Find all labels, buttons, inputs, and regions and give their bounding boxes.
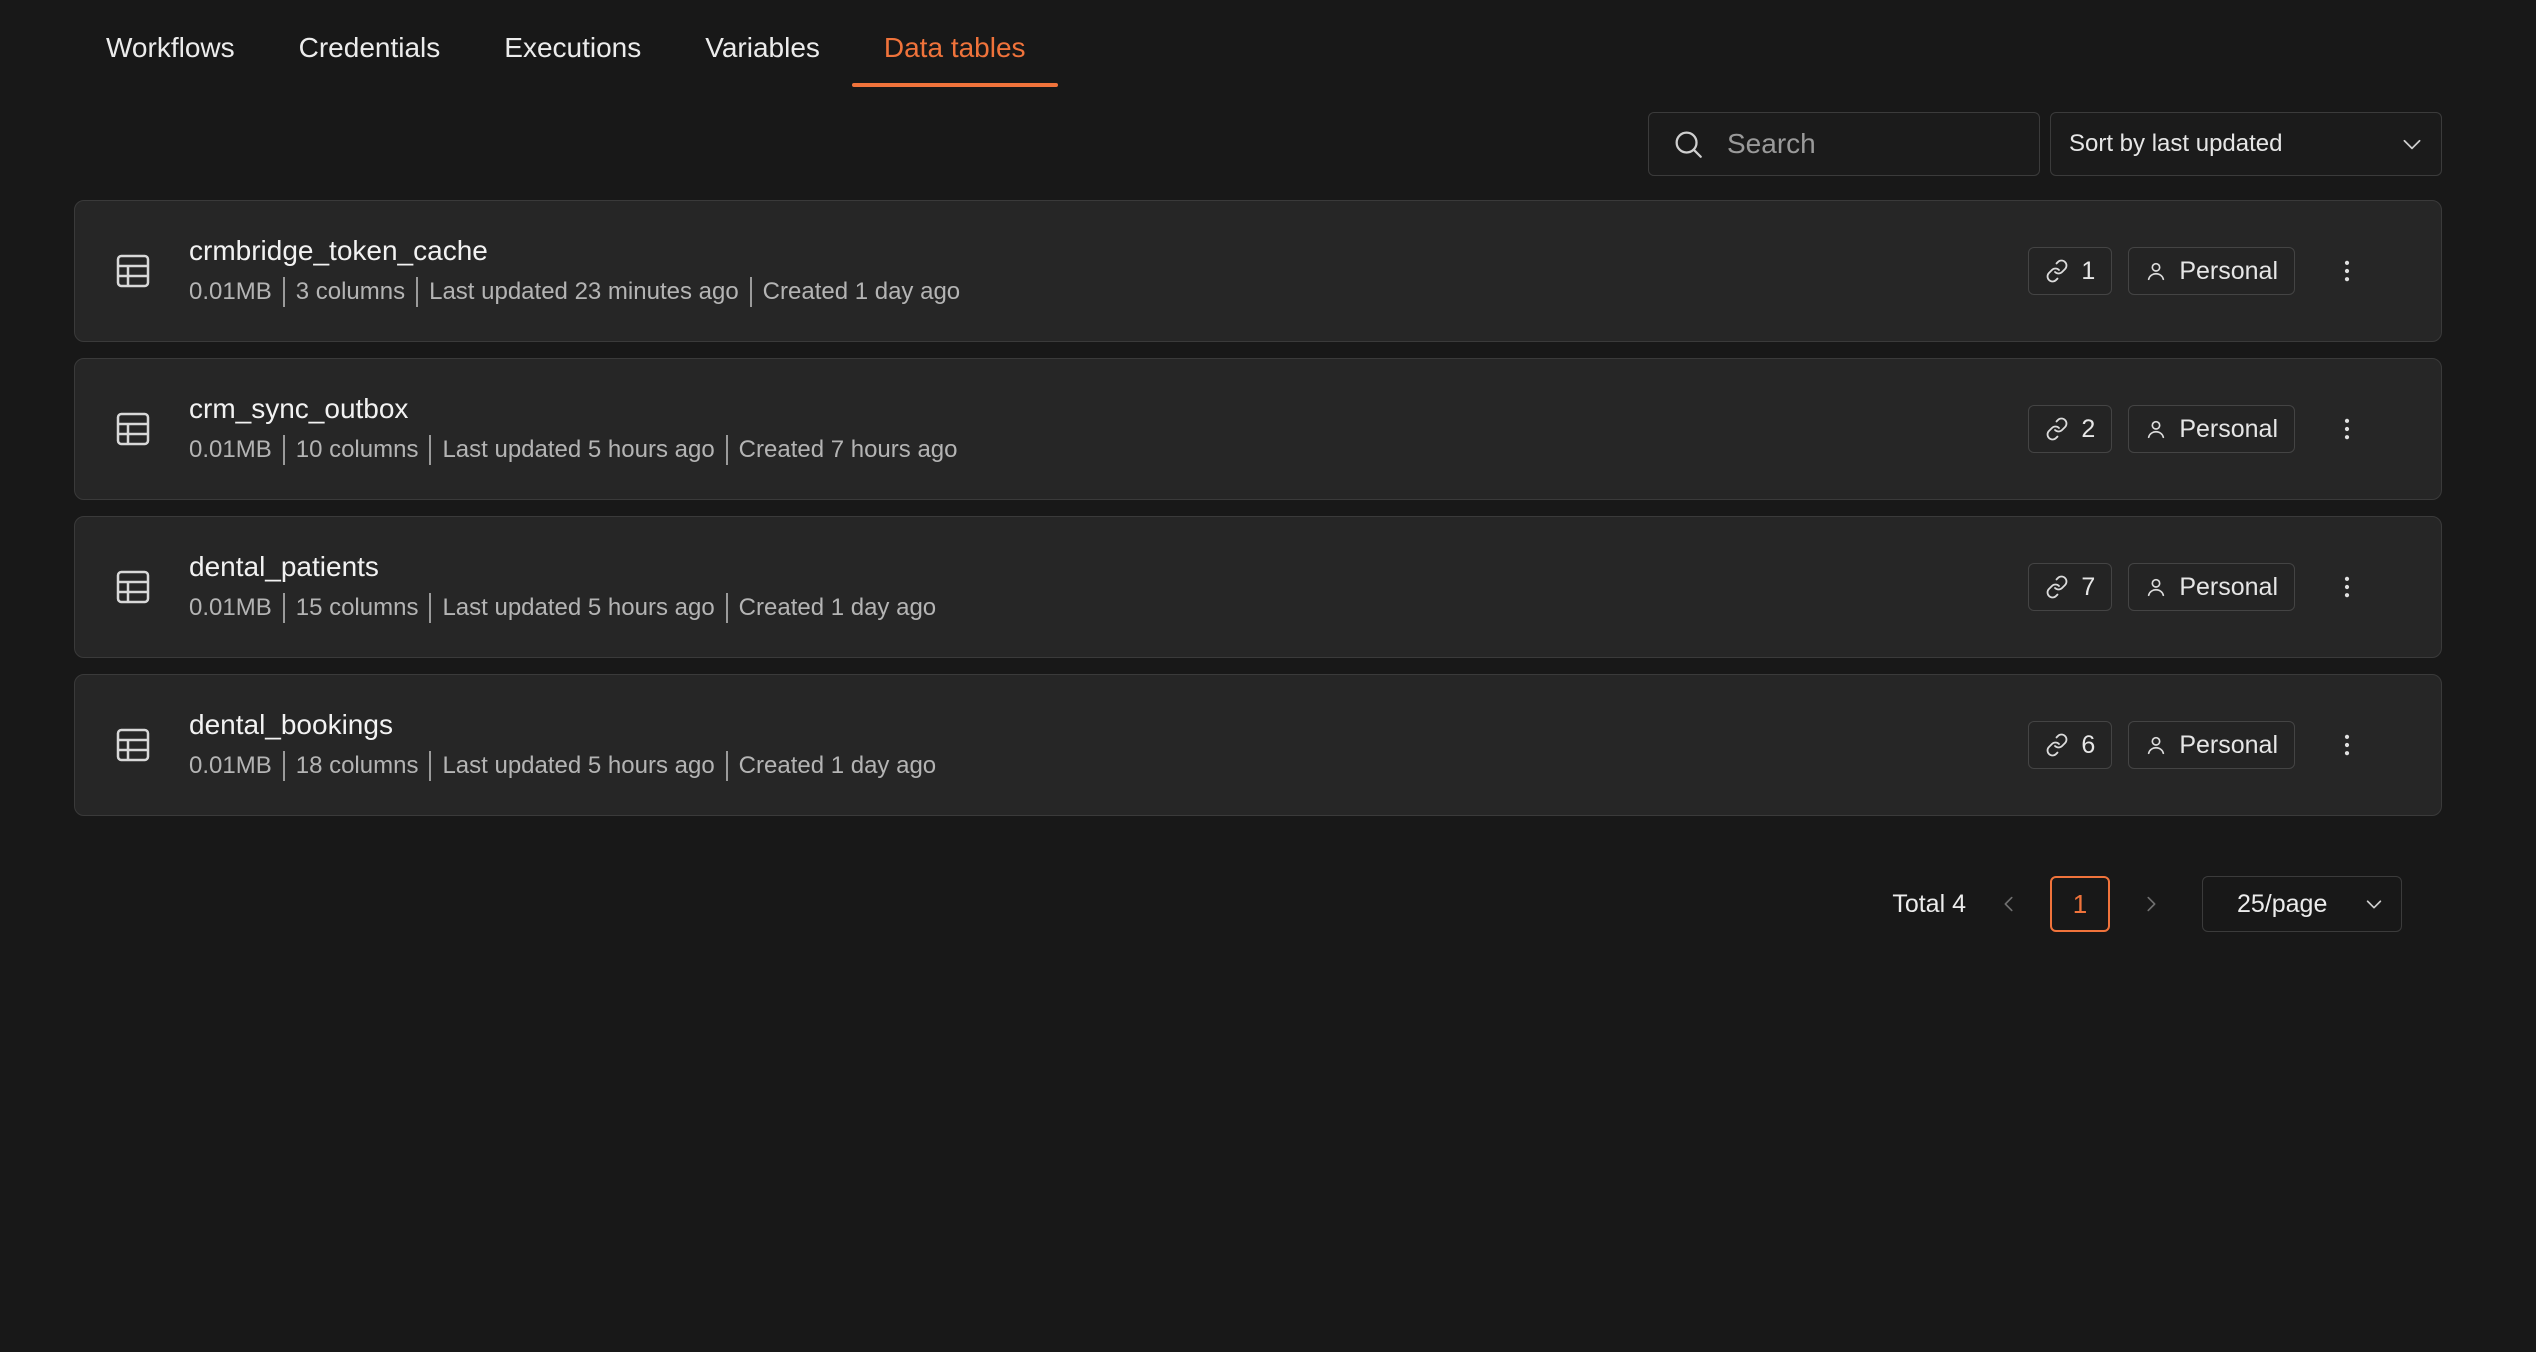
list-item[interactable]: dental_patients 0.01MB 15 columns Last u… — [74, 516, 2442, 658]
chevron-down-icon — [2403, 139, 2421, 150]
table-created: Created 1 day ago — [762, 278, 961, 305]
next-page-button[interactable] — [2136, 889, 2166, 919]
table-updated: Last updated 5 hours ago — [442, 436, 715, 463]
workflow-links-badge[interactable]: 7 — [2028, 563, 2113, 611]
table-meta: 0.01MB 15 columns Last updated 5 hours a… — [189, 593, 936, 623]
table-updated: Last updated 23 minutes ago — [429, 278, 739, 305]
user-icon — [2148, 262, 2165, 281]
table-columns: 15 columns — [295, 594, 419, 621]
link-icon — [2047, 417, 2068, 441]
table-columns: 10 columns — [295, 436, 419, 463]
chevron-right-icon — [2147, 896, 2156, 912]
toolbar: Sort by last updated — [1648, 112, 2442, 176]
table-columns: 3 columns — [295, 278, 406, 305]
list-item[interactable]: crmbridge_token_cache 0.01MB 3 columns L… — [74, 200, 2442, 342]
table-updated: Last updated 5 hours ago — [442, 752, 715, 779]
owner-label: Personal — [2179, 730, 2278, 759]
owner-badge[interactable]: Personal — [2128, 563, 2295, 611]
table-size: 0.01MB — [189, 436, 272, 463]
table-meta: 0.01MB 3 columns Last updated 23 minutes… — [189, 277, 960, 307]
data-table-list: crmbridge_token_cache 0.01MB 3 columns L… — [74, 200, 2442, 832]
links-count: 7 — [2081, 572, 2096, 601]
user-icon — [2148, 578, 2165, 597]
sort-select[interactable]: Sort by last updated — [2050, 112, 2442, 176]
table-meta: 0.01MB 10 columns Last updated 5 hours a… — [189, 435, 957, 465]
owner-label: Personal — [2179, 256, 2278, 285]
table-icon — [116, 728, 150, 762]
table-size: 0.01MB — [189, 594, 272, 621]
total-count: Total 4 — [1892, 889, 1966, 918]
table-created: Created 1 day ago — [738, 594, 937, 621]
list-item[interactable]: dental_bookings 0.01MB 18 columns Last u… — [74, 674, 2442, 816]
tab-variables[interactable]: Variables — [673, 0, 852, 88]
more-vertical-icon — [2344, 260, 2350, 282]
table-created: Created 7 hours ago — [738, 436, 958, 463]
table-name[interactable]: crmbridge_token_cache — [189, 235, 960, 267]
chevron-left-icon — [2004, 896, 2013, 912]
tab-workflows[interactable]: Workflows — [74, 0, 267, 88]
more-vertical-icon — [2344, 576, 2350, 598]
table-size: 0.01MB — [189, 752, 272, 779]
search-icon — [1675, 131, 1702, 158]
table-size: 0.01MB — [189, 278, 272, 305]
links-count: 6 — [2081, 730, 2096, 759]
prev-page-button[interactable] — [1994, 889, 2024, 919]
search-input[interactable] — [1727, 128, 2017, 160]
link-icon — [2047, 733, 2068, 757]
table-name[interactable]: dental_patients — [189, 551, 936, 583]
owner-label: Personal — [2179, 572, 2278, 601]
table-icon — [116, 570, 150, 604]
owner-badge[interactable]: Personal — [2128, 405, 2295, 453]
table-name[interactable]: dental_bookings — [189, 709, 936, 741]
more-actions-button[interactable] — [2323, 405, 2371, 453]
user-icon — [2148, 420, 2165, 439]
table-icon — [116, 412, 150, 446]
list-item[interactable]: crm_sync_outbox 0.01MB 10 columns Last u… — [74, 358, 2442, 500]
table-icon — [116, 254, 150, 288]
top-tabs: Workflows Credentials Executions Variabl… — [74, 0, 1058, 88]
tab-data-tables[interactable]: Data tables — [851, 0, 1058, 88]
page-size-select[interactable]: 25/page — [2202, 876, 2402, 932]
more-actions-button[interactable] — [2323, 563, 2371, 611]
more-actions-button[interactable] — [2323, 721, 2371, 769]
chevron-down-icon — [2366, 900, 2382, 909]
more-actions-button[interactable] — [2323, 247, 2371, 295]
tab-credentials[interactable]: Credentials — [267, 0, 473, 88]
workflow-links-badge[interactable]: 2 — [2028, 405, 2113, 453]
user-icon — [2148, 736, 2165, 755]
link-icon — [2047, 575, 2068, 599]
table-created: Created 1 day ago — [738, 752, 937, 779]
workflow-links-badge[interactable]: 6 — [2028, 721, 2113, 769]
page-size-label: 25/page — [2237, 889, 2328, 918]
table-columns: 18 columns — [295, 752, 419, 779]
link-icon — [2047, 259, 2068, 283]
owner-badge[interactable]: Personal — [2128, 721, 2295, 769]
tab-executions[interactable]: Executions — [472, 0, 673, 88]
owner-label: Personal — [2179, 414, 2278, 443]
sort-label: Sort by last updated — [2069, 130, 2283, 157]
page-number-current[interactable]: 1 — [2050, 876, 2110, 932]
links-count: 2 — [2081, 414, 2096, 443]
table-updated: Last updated 5 hours ago — [442, 594, 715, 621]
owner-badge[interactable]: Personal — [2128, 247, 2295, 295]
more-vertical-icon — [2344, 734, 2350, 756]
links-count: 1 — [2081, 256, 2096, 285]
search-box[interactable] — [1648, 112, 2040, 176]
pagination: Total 4 1 25/page — [1892, 876, 2402, 932]
table-meta: 0.01MB 18 columns Last updated 5 hours a… — [189, 751, 936, 781]
workflow-links-badge[interactable]: 1 — [2028, 247, 2113, 295]
more-vertical-icon — [2344, 418, 2350, 440]
table-name[interactable]: crm_sync_outbox — [189, 393, 957, 425]
